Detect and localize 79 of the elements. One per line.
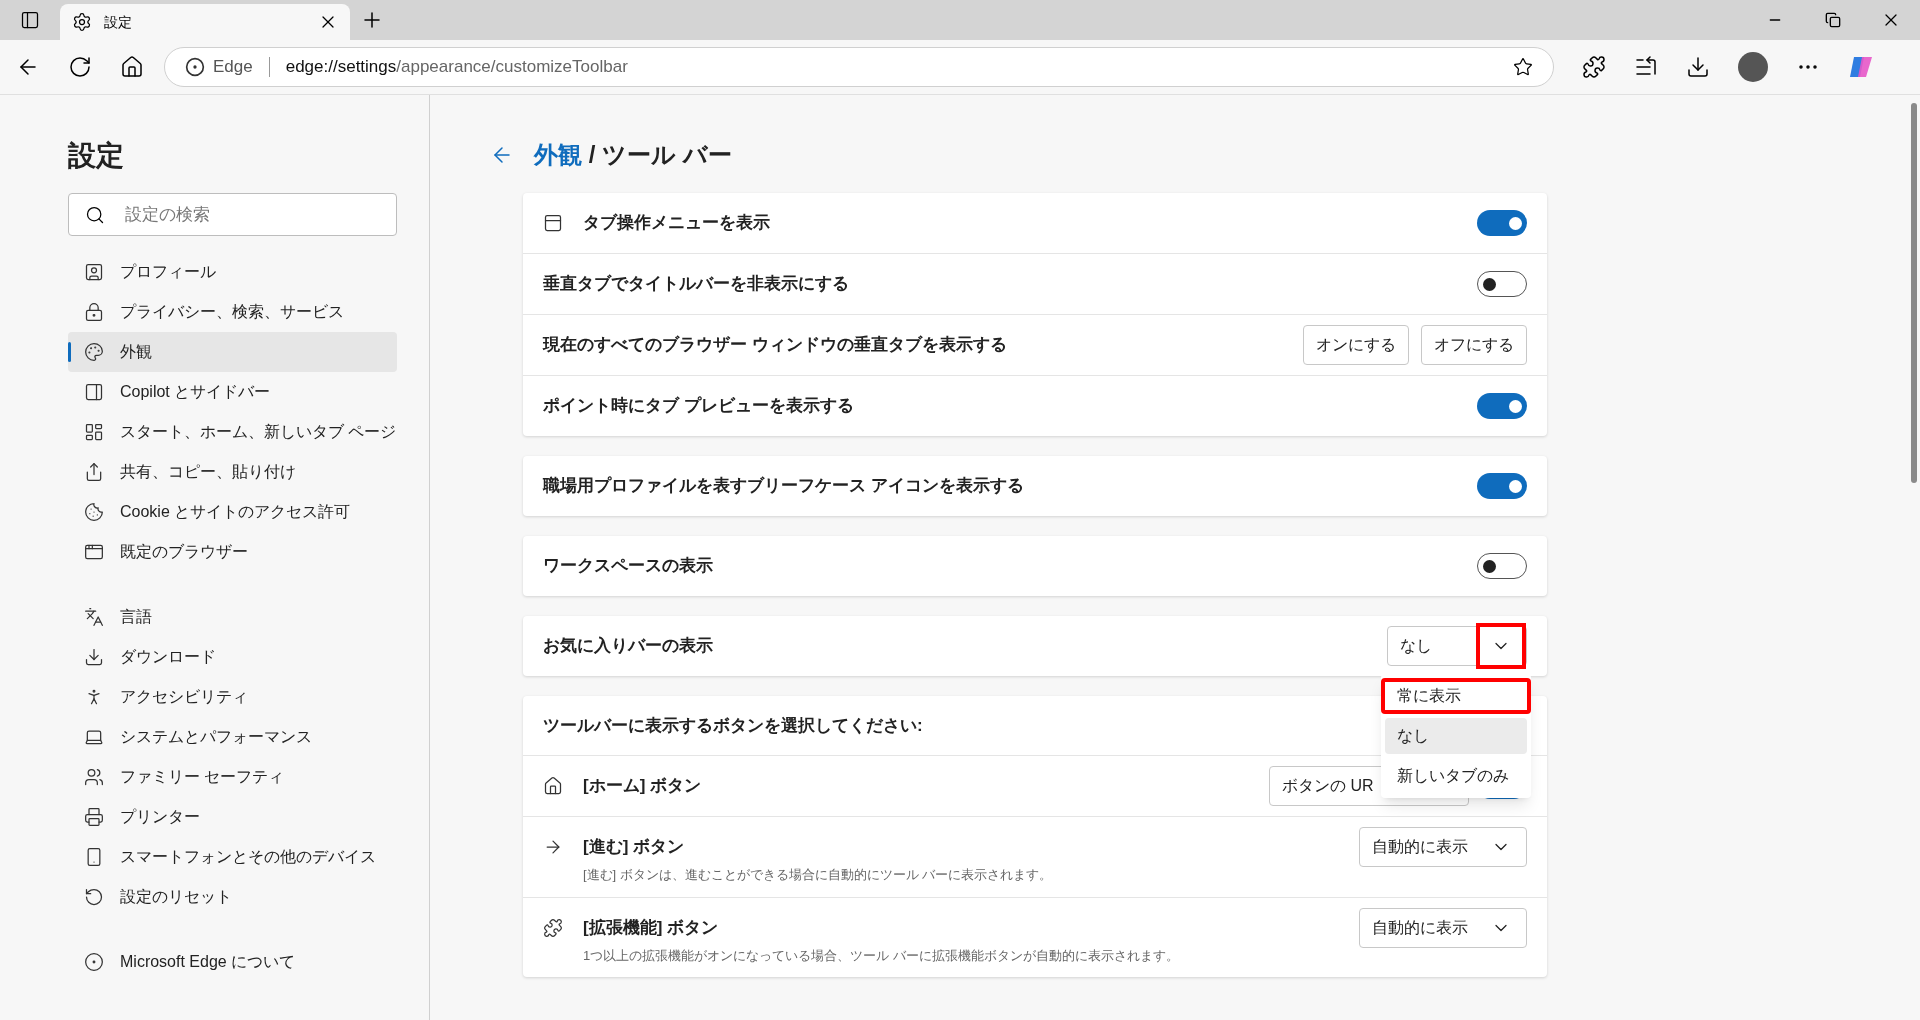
sidebar-item[interactable]: Copilot とサイドバー [68,372,397,412]
toggle-switch[interactable] [1477,473,1527,499]
setting-description: 1つ以上の拡張機能がオンになっている場合、ツール バーに拡張機能ボタンが自動的に表示されます。 [582,946,1180,965]
setting-label: ワークスペースの表示 [543,555,714,578]
sidebar-item[interactable]: アクセシビリティ [68,677,397,717]
site-label: Edge [213,56,253,79]
sidebar-item[interactable]: 既定のブラウザー [68,532,397,572]
setting-label: [進む] ボタン [583,836,686,859]
puzzle-icon [543,917,563,938]
people-icon [84,767,104,787]
search-field[interactable]: 設定の検索 [68,193,397,236]
menu-option[interactable]: なし [1385,718,1527,754]
address-bar[interactable]: Edge edge://settings/appearance/customizeToolbar [164,47,1554,87]
download-icon [84,647,104,667]
lock-icon [84,302,104,322]
share-icon [84,462,104,482]
sidebar-item[interactable]: スタート、ホーム、新しいタブ ページ [68,412,397,452]
sidebar-item[interactable]: 共有、コピー、貼り付け [68,452,397,492]
action-button[interactable]: オンにする [1303,325,1409,365]
setting-label: [ホーム] ボタン [583,775,703,798]
sidebar-item[interactable]: システムとパフォーマンス [68,717,397,757]
scrollbar[interactable] [1911,103,1917,483]
sidebar-item[interactable]: ダウンロード [68,637,397,677]
cookie-icon [84,502,104,522]
sidebar-item[interactable]: スマートフォンとその他のデバイス [68,837,397,877]
toggle-switch[interactable] [1477,393,1527,419]
sidebar-item[interactable]: Microsoft Edge について [68,942,397,982]
profile-icon [84,262,104,282]
setting-label: 現在のすべてのブラウザー ウィンドウの垂直タブを表示する [543,334,1008,357]
setting-label: お気に入りバーの表示 [543,635,714,658]
dashboard-icon [84,422,104,442]
url-text: edge://settings/appearance/customizeToolbar [285,56,629,79]
setting-label: 垂直タブでタイトルバーを非表示にする [543,273,850,296]
reset-icon [84,887,104,907]
printer-icon [84,807,104,827]
setting-description: [進む] ボタンは、進むことができる場合に自動的にツール バーに表示されます。 [582,866,1054,884]
dropdown-select[interactable]: 自動的に表示 [1359,827,1527,867]
palette-icon [84,342,104,362]
download-icon[interactable] [1686,55,1710,79]
search-input[interactable]: 設定の検索 [125,201,380,228]
browser-tab[interactable]: 設定 [60,4,350,40]
sidebar-item[interactable]: 外観 [68,332,397,372]
search-icon [85,204,105,225]
tab-title: 設定 [104,12,133,32]
home-icon[interactable] [120,55,144,79]
setting-label: 職場用プロファイルを表すブリーフケース アイコンを表示する [543,475,1025,498]
reload-icon[interactable] [68,55,92,79]
sidebar-icon [84,382,104,402]
menu-option[interactable]: 常に表示 [1381,678,1531,714]
dropdown-select[interactable]: なし [1387,626,1527,666]
language-icon [84,607,104,627]
window-icon [84,542,104,562]
setting-label: ポイント時にタブ プレビューを表示する [543,395,855,418]
puzzle-icon[interactable] [1582,55,1606,79]
tab-actions-icon[interactable] [20,10,40,30]
sidebar-item[interactable]: 設定のリセット [68,877,397,917]
sidebar-item[interactable]: Cookie とサイトのアクセス許可 [68,492,397,532]
action-button[interactable]: オフにする [1421,325,1527,365]
restore-icon[interactable] [1825,12,1841,28]
toggle-switch[interactable] [1477,271,1527,297]
setting-label: [拡張機能] ボタン [583,916,720,939]
tab-icon [543,213,563,233]
toggle-switch[interactable] [1477,553,1527,579]
dropdown-select[interactable]: 自動的に表示 [1359,907,1527,948]
favorite-star-icon[interactable] [1513,57,1533,77]
sidebar-item[interactable]: プリンター [68,797,397,837]
toggle-switch[interactable] [1477,210,1527,236]
avatar-icon[interactable] [1738,52,1768,82]
sidebar-item[interactable]: ファミリー セーフティ [68,757,397,797]
edge-logo-icon [185,57,205,77]
page-breadcrumb: 外観 / ツール バー [534,140,732,170]
setting-label: タブ操作メニューを表示 [583,212,771,235]
edge-logo-icon [84,952,104,972]
sidebar-item[interactable]: プライバシー、検索、サービス [68,292,397,332]
home-icon [543,776,563,796]
sidebar-title: 設定 [68,139,125,173]
sidebar-item[interactable]: 言語 [68,597,397,637]
sidebar-item[interactable]: プロフィール [68,252,397,292]
settings-icon [72,12,92,32]
